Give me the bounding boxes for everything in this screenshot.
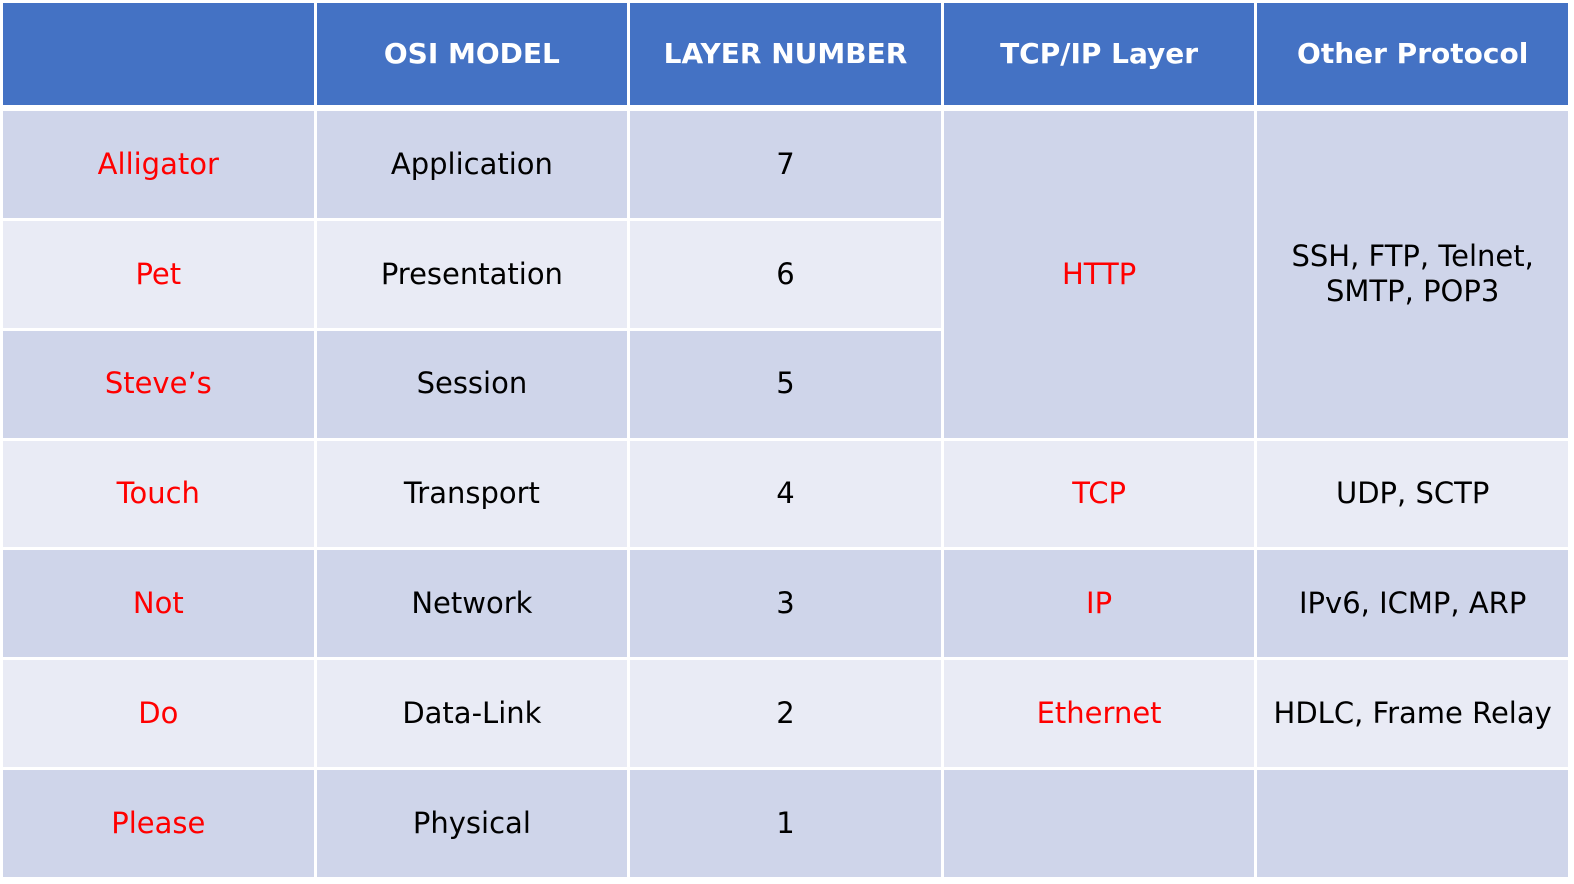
layer-number-cell: 7	[627, 106, 944, 221]
header-tcpip-layer: TCP/IP Layer	[940, 0, 1258, 111]
table-row-layer-2: Do Data-Link 2 Ethernet HDLC, Frame Rela…	[0, 657, 1571, 771]
other-protocol-physical-cell	[1254, 767, 1571, 880]
other-protocol-line: SSH, FTP, Telnet,	[1291, 238, 1534, 273]
tcpip-datalink-cell: Ethernet	[940, 657, 1258, 771]
osi-layer-cell: Data-Link	[313, 657, 631, 771]
tcpip-network-cell: IP	[940, 547, 1258, 661]
mnemonic-cell: Steve’s	[0, 327, 317, 441]
mnemonic-cell: Not	[0, 547, 317, 661]
other-protocol-transport-cell: UDP, SCTP	[1254, 437, 1571, 551]
other-protocol-datalink-cell: HDLC, Frame Relay	[1254, 657, 1571, 771]
osi-layer-cell: Application	[313, 106, 631, 221]
layer-number-cell: 6	[627, 217, 944, 331]
mnemonic-cell: Pet	[0, 217, 317, 331]
layer-number-cell: 2	[627, 657, 944, 771]
header-mnemonic	[0, 0, 317, 111]
tcpip-transport-cell: TCP	[940, 437, 1258, 551]
tcpip-physical-cell	[940, 767, 1258, 880]
layer-number-cell: 5	[627, 327, 944, 441]
mnemonic-cell: Touch	[0, 437, 317, 551]
osi-layer-cell: Physical	[313, 767, 631, 880]
mnemonic-cell: Please	[0, 767, 317, 880]
mnemonic-cell: Alligator	[0, 106, 317, 221]
osi-model-table: OSI MODEL LAYER NUMBER TCP/IP Layer Othe…	[0, 0, 1571, 880]
table-row-layer-7: Alligator Application 7 HTTP SSH, FTP, T…	[0, 106, 1571, 441]
other-protocol-application-cell: SSH, FTP, Telnet, SMTP, POP3	[1254, 106, 1571, 441]
layer-number-cell: 1	[627, 767, 944, 880]
header-osi-model: OSI MODEL	[313, 0, 631, 111]
header-row: OSI MODEL LAYER NUMBER TCP/IP Layer Othe…	[0, 0, 1571, 111]
mnemonic-cell: Do	[0, 657, 317, 771]
table-row-layer-1: Please Physical 1	[0, 767, 1571, 880]
layer-number-cell: 3	[627, 547, 944, 661]
header-other-protocol: Other Protocol	[1254, 0, 1571, 111]
osi-layer-cell: Session	[313, 327, 631, 441]
other-protocol-line: SMTP, POP3	[1326, 274, 1500, 309]
osi-layer-cell: Transport	[313, 437, 631, 551]
tcpip-application-cell: HTTP	[940, 106, 1258, 441]
table-row-layer-3: Not Network 3 IP IPv6, ICMP, ARP	[0, 547, 1571, 661]
osi-layer-cell: Network	[313, 547, 631, 661]
layer-number-cell: 4	[627, 437, 944, 551]
table-row-layer-4: Touch Transport 4 TCP UDP, SCTP	[0, 437, 1571, 551]
other-protocol-network-cell: IPv6, ICMP, ARP	[1254, 547, 1571, 661]
header-layer-number: LAYER NUMBER	[627, 0, 944, 111]
osi-layer-cell: Presentation	[313, 217, 631, 331]
